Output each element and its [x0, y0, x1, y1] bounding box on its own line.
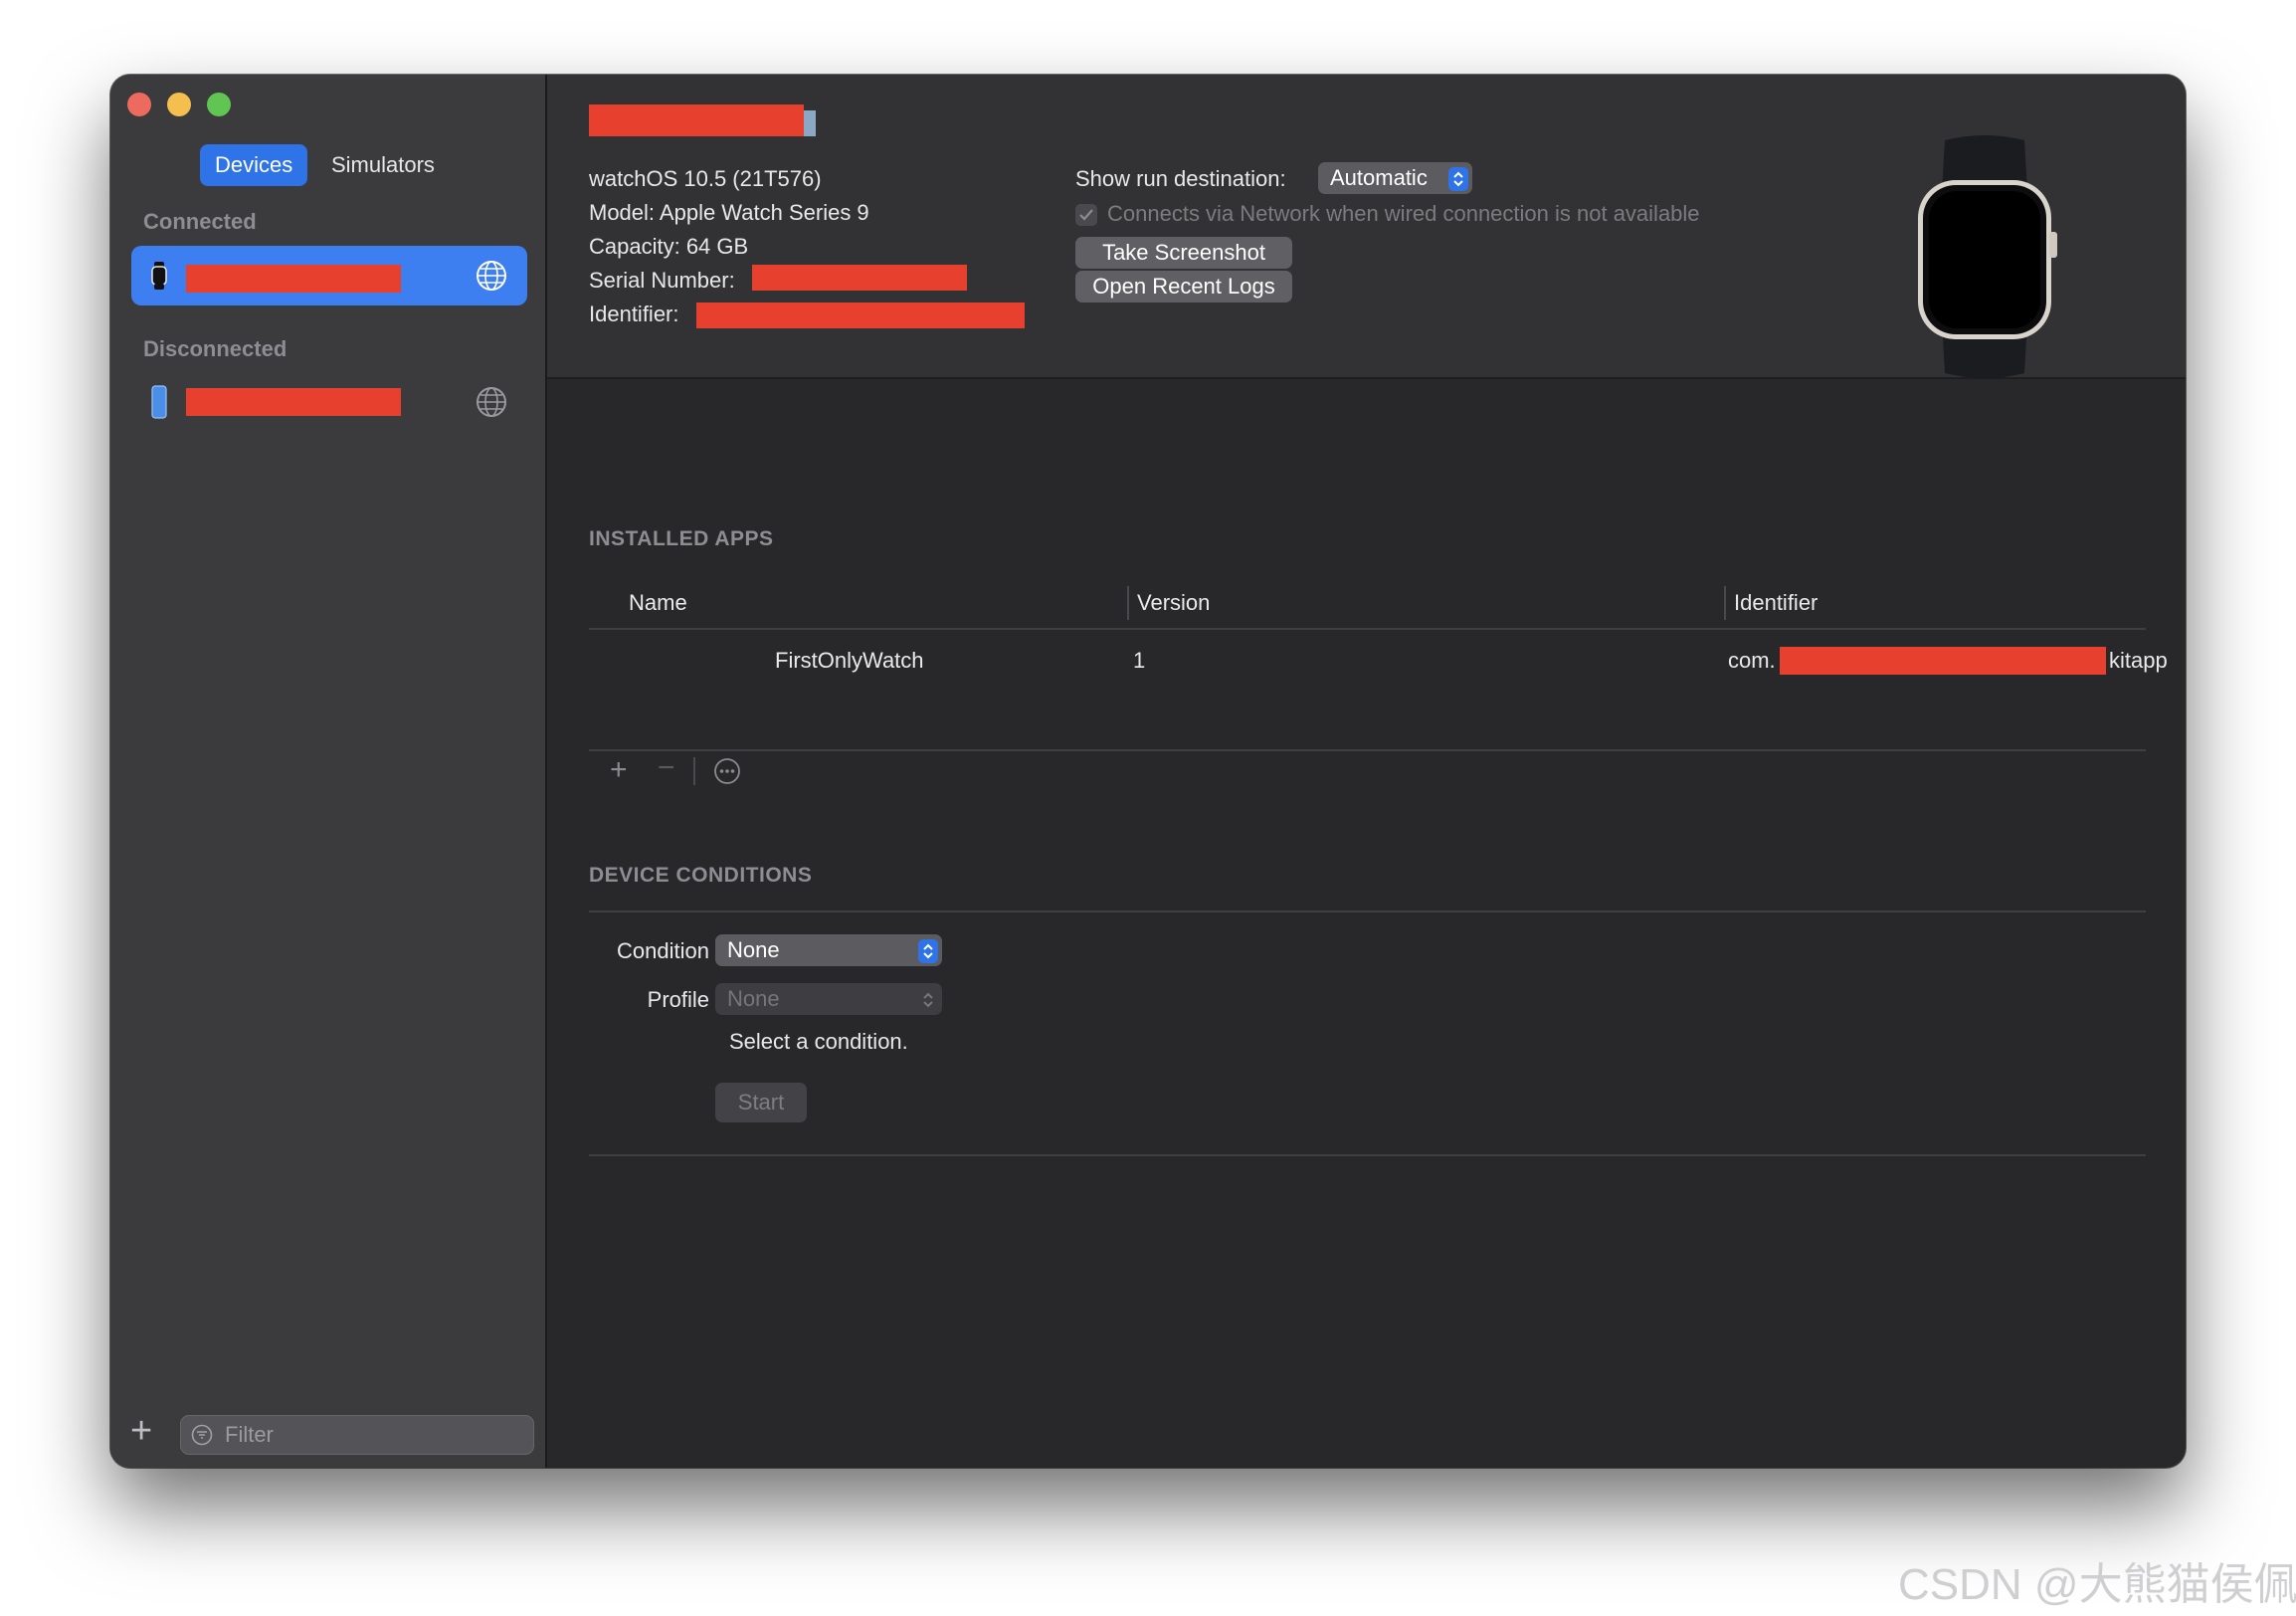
condition-popup[interactable]: None [715, 934, 942, 966]
app-identifier-suffix: kitapp [2109, 648, 2168, 673]
profile-label: Profile [647, 987, 709, 1012]
apple-watch-image [1918, 135, 2057, 378]
network-checkbox[interactable] [1075, 204, 1097, 226]
profile-popup[interactable]: None [715, 983, 942, 1015]
tab-devices[interactable]: Devices [200, 144, 308, 186]
connected-section-label: Connected [143, 209, 257, 234]
profile-value: None [727, 986, 780, 1011]
column-separator [1724, 586, 1726, 620]
app-name-cell: FirstOnlyWatch [775, 648, 924, 673]
condition-hint: Select a condition. [729, 1029, 908, 1054]
checkmark-icon [1079, 209, 1093, 221]
redacted-edge [804, 110, 816, 136]
device-model: Model: Apple Watch Series 9 [589, 200, 869, 225]
run-destination-label: Show run destination: [1075, 166, 1286, 191]
condition-label: Condition [617, 938, 709, 963]
app-identifier-prefix: com. [1728, 648, 1776, 673]
run-destination-value: Automatic [1330, 165, 1428, 190]
column-identifier[interactable]: Identifier [1734, 590, 1818, 616]
table-bottom-divider [589, 749, 2146, 751]
chevron-updown-icon [918, 939, 938, 963]
network-globe-icon [477, 261, 506, 291]
filter-placeholder: Filter [225, 1422, 274, 1447]
remove-app-button[interactable]: − [658, 753, 675, 783]
conditions-divider [589, 910, 2146, 912]
redacted-identifier [696, 303, 1025, 328]
take-screenshot-button[interactable]: Take Screenshot [1075, 237, 1292, 269]
zoom-window-button[interactable] [207, 93, 231, 116]
column-version[interactable]: Version [1137, 590, 1210, 616]
chevron-updown-icon [1448, 167, 1468, 191]
disconnected-section-label: Disconnected [143, 336, 287, 361]
add-device-button[interactable]: + [130, 1412, 152, 1450]
filter-icon [191, 1424, 213, 1446]
device-capacity: Capacity: 64 GB [589, 234, 749, 259]
filter-field[interactable]: Filter [180, 1415, 534, 1455]
network-globe-icon [477, 387, 506, 417]
watch-icon [151, 262, 167, 290]
start-button[interactable]: Start [715, 1083, 807, 1122]
sidebar: Devices Simulators Connected Disconnecte… [110, 75, 547, 1468]
add-app-button[interactable]: + [610, 755, 628, 785]
run-destination-popup[interactable]: Automatic [1318, 162, 1472, 194]
redacted-serial-number [752, 265, 967, 291]
os-version: watchOS 10.5 (21T576) [589, 166, 822, 191]
column-name[interactable]: Name [629, 590, 687, 616]
table-header-divider [589, 628, 2146, 630]
devices-window: Devices Simulators Connected Disconnecte… [110, 75, 2186, 1468]
serial-number-label: Serial Number: [589, 268, 735, 293]
more-actions-icon[interactable] [713, 757, 741, 785]
tab-simulators[interactable]: Simulators [316, 144, 450, 186]
redacted-device-name [186, 265, 401, 293]
redacted-device-title [589, 104, 804, 136]
identifier-label: Identifier: [589, 302, 679, 326]
network-checkbox-label: Connects via Network when wired connecti… [1107, 201, 1700, 226]
chevron-updown-icon [918, 988, 938, 1012]
redacted-app-identifier [1780, 647, 2106, 675]
redacted-device-name [186, 388, 401, 416]
toolbar-separator [693, 757, 695, 785]
condition-value: None [727, 937, 780, 962]
conditions-bottom-divider [589, 1154, 2146, 1156]
device-detail-pane: watchOS 10.5 (21T576) Model: Apple Watch… [547, 75, 2186, 1468]
column-separator [1127, 586, 1129, 620]
close-window-button[interactable] [127, 93, 151, 116]
installed-apps-title: INSTALLED APPS [589, 527, 774, 550]
iphone-icon [151, 385, 167, 419]
csdn-watermark: CSDN @大熊猫侯佩 [1898, 1560, 2296, 1609]
connected-device-row[interactable] [131, 246, 527, 305]
app-version-cell: 1 [1133, 648, 1146, 673]
device-header: watchOS 10.5 (21T576) Model: Apple Watch… [547, 75, 2186, 379]
device-conditions-title: DEVICE CONDITIONS [589, 864, 813, 887]
minimize-window-button[interactable] [167, 93, 191, 116]
open-recent-logs-button[interactable]: Open Recent Logs [1075, 271, 1292, 303]
disconnected-device-row[interactable] [131, 373, 527, 433]
